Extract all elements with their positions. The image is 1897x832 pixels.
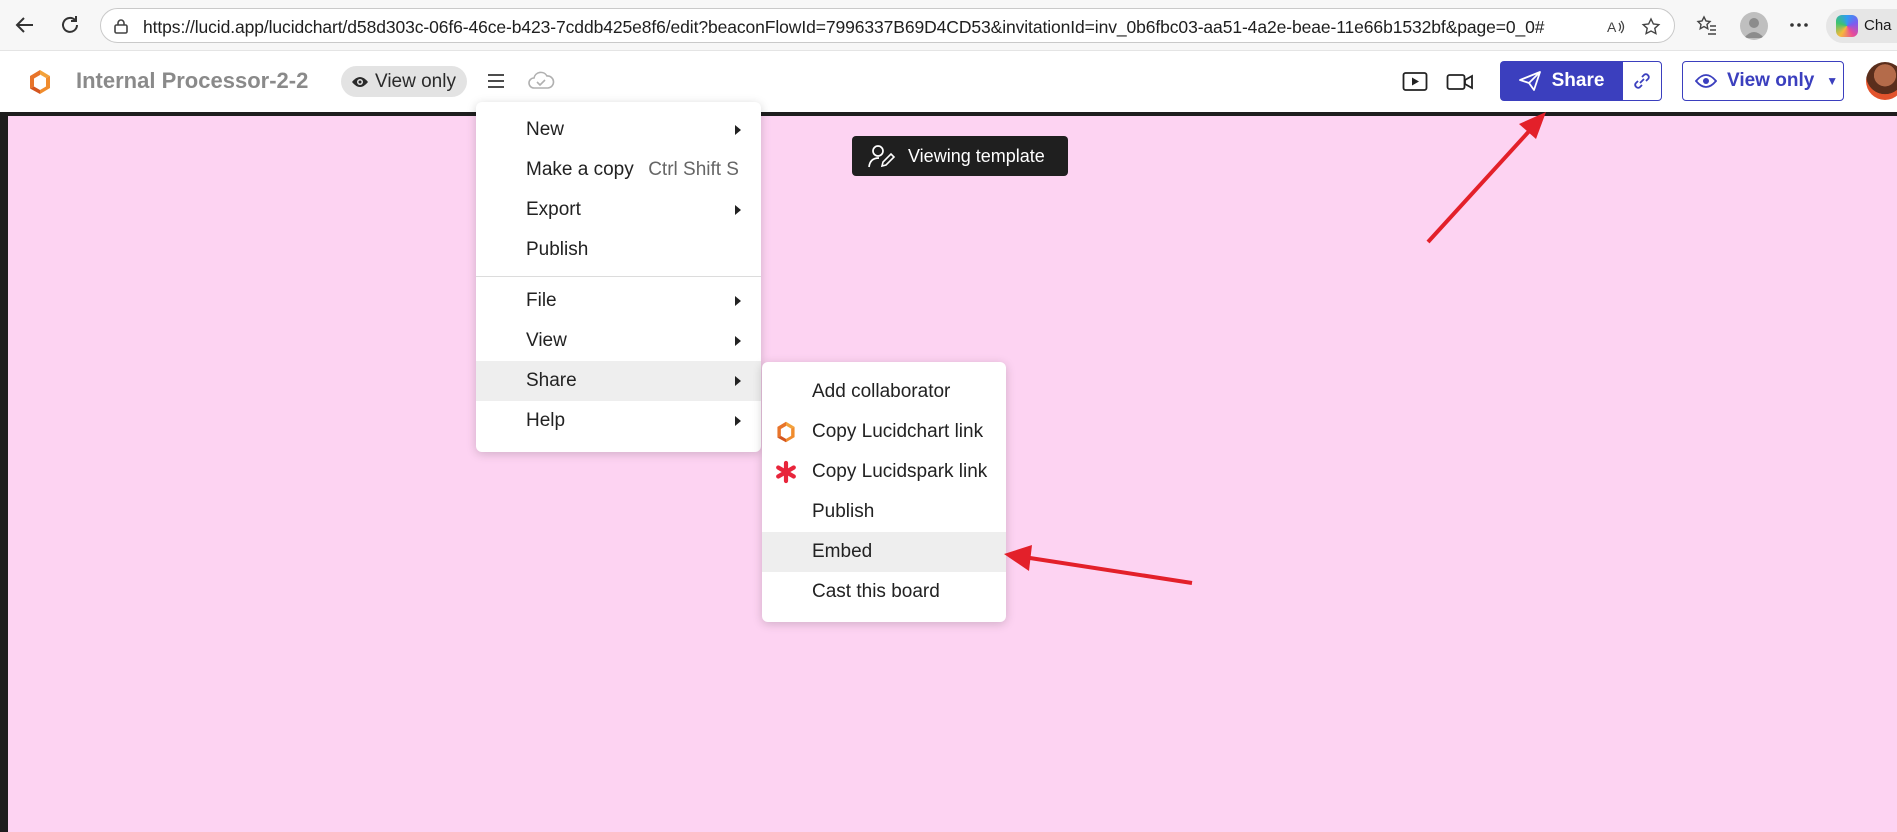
- menu-item-help[interactable]: Help: [476, 401, 761, 441]
- menu-item-publish[interactable]: Publish: [476, 230, 761, 270]
- copilot-icon: [1836, 15, 1858, 37]
- submenu-arrow-icon: [735, 125, 741, 135]
- menu-item-shortcut: Ctrl Shift S: [648, 159, 739, 180]
- browser-toolbar: https://lucid.app/lucidchart/d58d303c-06…: [0, 0, 1897, 51]
- menu-item-label: View: [526, 330, 567, 351]
- present-icon[interactable]: [1400, 68, 1430, 96]
- menu-item-view[interactable]: View: [476, 321, 761, 361]
- copilot-label: Cha: [1864, 17, 1892, 34]
- favorite-star-icon[interactable]: [1641, 17, 1661, 37]
- main-menu: New Make a copy Ctrl Shift S Export Publ…: [476, 102, 761, 452]
- submenu-item-label: Embed: [812, 541, 873, 562]
- submenu-arrow-icon: [735, 376, 741, 386]
- submenu-item-add-collaborator[interactable]: Add collaborator: [762, 372, 1006, 412]
- submenu-item-label: Cast this board: [812, 581, 940, 602]
- submenu-arrow-icon: [735, 336, 741, 346]
- menu-item-label: Publish: [526, 239, 589, 260]
- submenu-item-copy-lucidchart-link[interactable]: Copy Lucidchart link: [762, 412, 1006, 452]
- lucidchart-icon: [777, 421, 795, 443]
- hamburger-menu-icon[interactable]: [483, 68, 509, 94]
- share-submenu: Add collaborator Copy Lucidchart link Co…: [762, 362, 1006, 622]
- link-icon: [1634, 73, 1650, 89]
- menu-item-label: Make a copy: [526, 159, 634, 180]
- menu-item-make-a-copy[interactable]: Make a copy Ctrl Shift S: [476, 150, 761, 190]
- submenu-arrow-icon: [735, 416, 741, 426]
- menu-item-export[interactable]: Export: [476, 190, 761, 230]
- lucidspark-icon: [776, 460, 796, 484]
- view-only-dropdown[interactable]: View only ▼: [1682, 61, 1844, 101]
- submenu-item-embed[interactable]: Embed: [762, 532, 1006, 572]
- user-avatar[interactable]: [1866, 62, 1897, 100]
- eye-icon: [1695, 74, 1717, 88]
- browser-profile-icon[interactable]: [1740, 12, 1768, 40]
- menu-item-share[interactable]: Share: [476, 361, 761, 401]
- view-only-dropdown-label: View only: [1727, 70, 1815, 91]
- viewing-template-label: Viewing template: [908, 145, 1045, 166]
- back-icon[interactable]: [10, 10, 40, 40]
- read-aloud-icon[interactable]: A: [1606, 17, 1626, 37]
- cloud-saved-icon: [528, 71, 555, 89]
- share-button-label: Share: [1551, 70, 1605, 91]
- submenu-arrow-icon: [735, 296, 741, 306]
- more-options-icon[interactable]: [1786, 12, 1812, 38]
- send-icon: [1518, 71, 1541, 91]
- submenu-item-label: Copy Lucidspark link: [812, 461, 988, 482]
- submenu-item-label: Publish: [812, 501, 875, 522]
- share-button[interactable]: Share: [1500, 61, 1622, 101]
- submenu-item-cast-this-board[interactable]: Cast this board: [762, 572, 1006, 612]
- menu-item-label: New: [526, 119, 565, 140]
- refresh-icon[interactable]: [55, 10, 85, 40]
- url-text[interactable]: https://lucid.app/lucidchart/d58d303c-06…: [143, 17, 1544, 38]
- menu-item-new[interactable]: New: [476, 110, 761, 150]
- menu-divider: [476, 276, 761, 277]
- document-title[interactable]: Internal Processor-2-2: [76, 68, 308, 94]
- view-only-badge: View only: [341, 66, 467, 97]
- svg-text:A: A: [1607, 19, 1617, 35]
- lucidchart-logo-icon[interactable]: [26, 68, 54, 96]
- lock-icon[interactable]: [113, 18, 129, 34]
- viewing-template-badge: Viewing template: [852, 136, 1068, 176]
- menu-item-label: Share: [526, 370, 577, 391]
- menu-item-file[interactable]: File: [476, 281, 761, 321]
- submenu-item-copy-lucidspark-link[interactable]: Copy Lucidspark link: [762, 452, 1006, 492]
- submenu-item-label: Copy Lucidchart link: [812, 421, 984, 442]
- menu-item-label: Export: [526, 199, 581, 220]
- submenu-item-label: Add collaborator: [812, 381, 951, 402]
- menu-item-label: Help: [526, 410, 566, 431]
- view-only-label: View only: [375, 70, 456, 92]
- favorites-list-icon[interactable]: [1694, 12, 1720, 38]
- copy-link-button[interactable]: [1622, 61, 1662, 101]
- menu-item-label: File: [526, 290, 557, 311]
- address-bar[interactable]: https://lucid.app/lucidchart/d58d303c-06…: [100, 8, 1675, 43]
- caret-down-icon: ▼: [1826, 74, 1839, 88]
- app-header: Internal Processor-2-2 View only Share V…: [0, 52, 1897, 112]
- person-edit-icon: [868, 145, 896, 168]
- submenu-arrow-icon: [735, 205, 741, 215]
- eye-icon: [352, 76, 368, 87]
- submenu-item-publish[interactable]: Publish: [762, 492, 1006, 532]
- copilot-button[interactable]: Cha: [1826, 9, 1897, 43]
- video-icon[interactable]: [1445, 68, 1475, 96]
